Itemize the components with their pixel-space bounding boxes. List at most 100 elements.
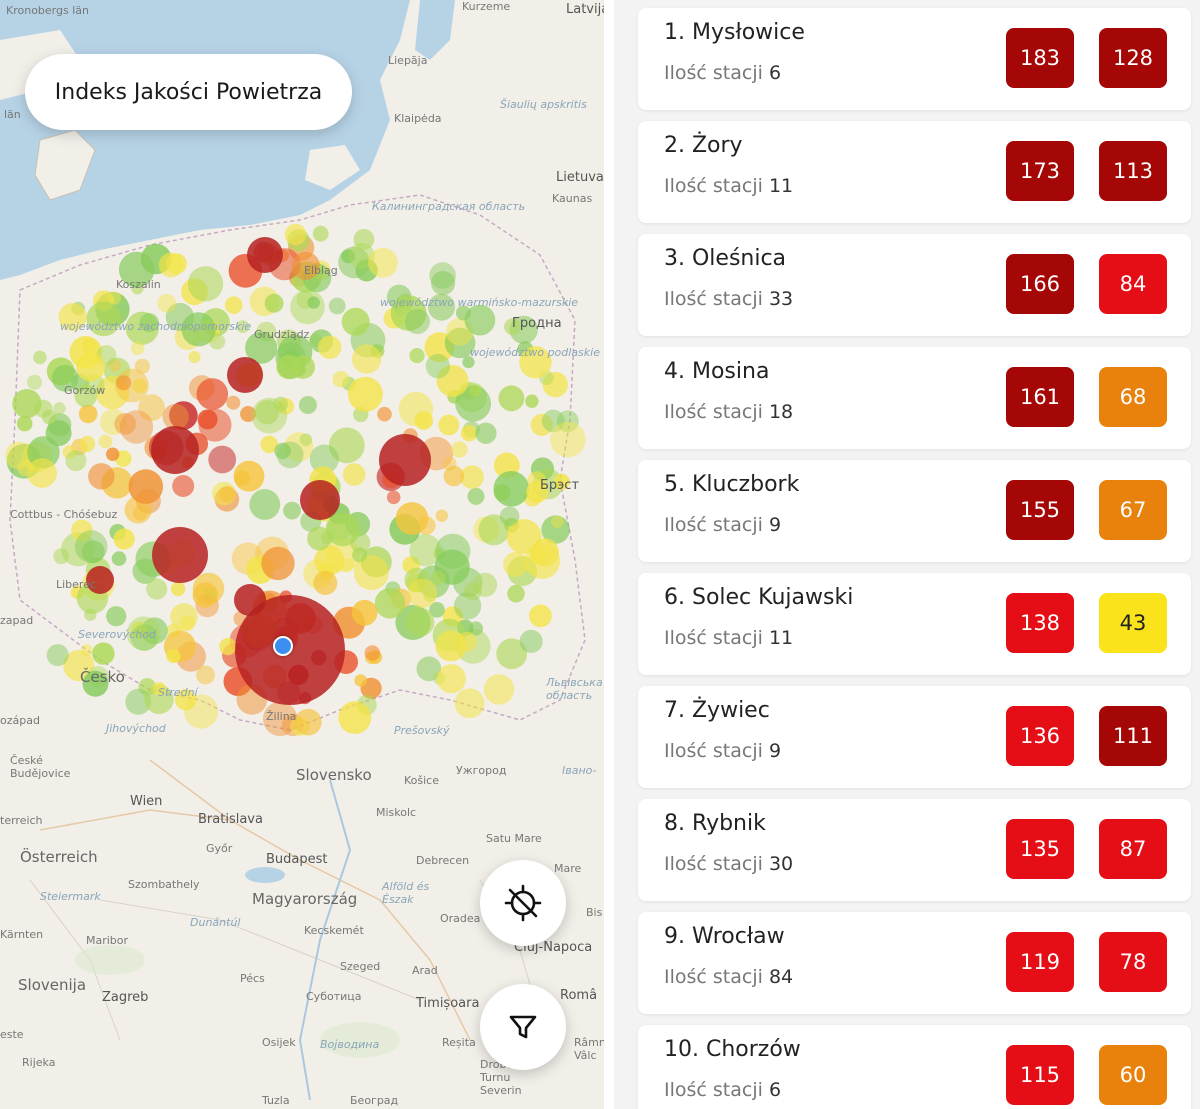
index-badge-primary: 173 bbox=[1006, 141, 1074, 201]
map-label-lvivska: Львівська область bbox=[546, 676, 603, 702]
ranking-list[interactable]: 1. Mysłowice Ilość stacji 6 183 128 2. Żory I… bbox=[614, 0, 1200, 1109]
map-label-rijeka: Rijeka bbox=[22, 1056, 56, 1069]
map-label-cesko: Česko bbox=[80, 668, 125, 686]
station-count-value: 9 bbox=[768, 740, 782, 762]
index-badge-primary: 119 bbox=[1006, 932, 1074, 992]
map-label-wien: Wien bbox=[130, 794, 163, 809]
index-badge-primary: 136 bbox=[1006, 706, 1074, 766]
map-label-klaipeda: Klaipėda bbox=[394, 112, 442, 125]
station-count-value: 30 bbox=[768, 853, 794, 875]
map-label-terreich: terreich bbox=[0, 814, 43, 827]
map-label-gorzow: Gorzów bbox=[64, 384, 106, 397]
map-label-oradea: Oradea bbox=[440, 912, 481, 925]
index-badge-secondary: 84 bbox=[1099, 254, 1167, 314]
index-badge-secondary: 60 bbox=[1099, 1045, 1167, 1105]
gps-off-icon bbox=[504, 884, 542, 922]
map-label-uzhorod: Ужгород bbox=[456, 764, 507, 777]
station-count-label: Ilość stacji bbox=[664, 288, 763, 310]
index-badge-primary: 183 bbox=[1006, 28, 1074, 88]
map-label-alfold: Alföld és Észak bbox=[382, 880, 430, 906]
city-name: 8. Rybnik bbox=[664, 811, 766, 836]
station-count-value: 6 bbox=[768, 1079, 782, 1101]
map-label-jihovychod: Jihovýchod bbox=[106, 722, 166, 735]
station-count: Ilość stacji 6 bbox=[664, 62, 781, 84]
station-count-value: 9 bbox=[768, 514, 782, 536]
panel-divider bbox=[604, 0, 614, 1109]
map-label-zagreb: Zagreb bbox=[102, 990, 149, 1005]
city-name: 6. Solec Kujawski bbox=[664, 585, 854, 610]
index-badge-secondary: 87 bbox=[1099, 819, 1167, 879]
map-label-grudziadz: Grudziądz bbox=[254, 328, 310, 341]
map-label-budapest: Budapest bbox=[266, 852, 328, 867]
index-badge-secondary: 68 bbox=[1099, 367, 1167, 427]
index-badge-secondary: 113 bbox=[1099, 141, 1167, 201]
map-label-kaunas: Kaunas bbox=[552, 192, 593, 205]
ranking-card[interactable]: 10. Chorzów Ilość stacji 6 115 60 bbox=[638, 1025, 1191, 1109]
ranking-card[interactable]: 3. Oleśnica Ilość stacji 33 166 84 bbox=[638, 234, 1191, 336]
station-count: Ilość stacji 9 bbox=[664, 740, 781, 762]
index-badge-secondary: 78 bbox=[1099, 932, 1167, 992]
map-label-szombathely: Szombathely bbox=[128, 878, 200, 891]
map-title-pill[interactable]: Indeks Jakości Powietrza bbox=[25, 54, 352, 130]
map-label-bratislava: Bratislava bbox=[198, 812, 263, 827]
map-label-ramnicu: Râmn Vâlc bbox=[574, 1036, 604, 1062]
city-name: 2. Żory bbox=[664, 133, 743, 158]
map-label-bis: Bis bbox=[586, 906, 603, 919]
map-label-siaulia: Šiaulių apskritis bbox=[500, 98, 587, 111]
map-label-ozapad: ozápad bbox=[0, 714, 40, 727]
ranking-card[interactable]: 8. Rybnik Ilość stacji 30 135 87 bbox=[638, 799, 1191, 901]
index-badge-primary: 135 bbox=[1006, 819, 1074, 879]
map-label-beograd: Београд bbox=[350, 1094, 399, 1107]
station-count-label: Ilość stacji bbox=[664, 966, 763, 988]
location-toggle-button[interactable] bbox=[480, 860, 566, 946]
map-label-liberec: Liberec bbox=[56, 578, 97, 591]
map-label-magyarorszag: Magyarország bbox=[252, 890, 358, 908]
map-label-kaliningrad: Калининградская область bbox=[372, 200, 526, 213]
map-label-este: este bbox=[0, 1028, 24, 1041]
station-count-label: Ilość stacji bbox=[664, 1079, 763, 1101]
map-label-lan: län bbox=[4, 108, 21, 121]
station-count: Ilość stacji 11 bbox=[664, 175, 793, 197]
station-count-value: 84 bbox=[768, 966, 794, 988]
ranking-card[interactable]: 5. Kluczbork Ilość stacji 9 155 67 bbox=[638, 460, 1191, 562]
map-label-dunantul: Dunántúl bbox=[190, 916, 241, 929]
map-label-zapad: zapad bbox=[0, 614, 34, 627]
station-count: Ilość stacji 30 bbox=[664, 853, 793, 875]
station-count-value: 18 bbox=[768, 401, 794, 423]
city-name: 1. Mysłowice bbox=[664, 20, 805, 45]
map-label-presovsky: Prešovský bbox=[394, 724, 450, 737]
map-label-osijek: Osijek bbox=[262, 1036, 296, 1049]
map-label-zilina: Žilina bbox=[266, 710, 297, 723]
station-count-label: Ilość stacji bbox=[664, 514, 763, 536]
map-label-vojvodina: Војводина bbox=[320, 1038, 380, 1051]
ranking-card[interactable]: 6. Solec Kujawski Ilość stacji 11 138 43 bbox=[638, 573, 1191, 675]
ranking-card[interactable]: 9. Wrocław Ilość stacji 84 119 78 bbox=[638, 912, 1191, 1014]
map-label-kurzeme: Kurzeme bbox=[462, 0, 511, 13]
index-badge-secondary: 111 bbox=[1099, 706, 1167, 766]
city-name: 5. Kluczbork bbox=[664, 472, 800, 497]
city-name: 9. Wrocław bbox=[664, 924, 785, 949]
station-count: Ilość stacji 11 bbox=[664, 627, 793, 649]
map-label-resita: Reșita bbox=[442, 1036, 476, 1049]
map-label-arad: Arad bbox=[412, 964, 438, 977]
ranking-card[interactable]: 2. Żory Ilość stacji 11 173 113 bbox=[638, 121, 1191, 223]
air-quality-map[interactable]: Kronobergs län Latvija Kurzeme Liepāja Š… bbox=[0, 0, 604, 1109]
filter-button[interactable] bbox=[480, 984, 566, 1070]
index-badge-primary: 161 bbox=[1006, 367, 1074, 427]
ranking-card[interactable]: 1. Mysłowice Ilość stacji 6 183 128 bbox=[638, 8, 1191, 110]
ranking-card[interactable]: 7. Żywiec Ilość stacji 9 136 111 bbox=[638, 686, 1191, 788]
ranking-card[interactable]: 4. Mosina Ilość stacji 18 161 68 bbox=[638, 347, 1191, 449]
index-badge-primary: 115 bbox=[1006, 1045, 1074, 1105]
map-label-kecskemet: Kecskemét bbox=[304, 924, 364, 937]
map-label-romania: Româ bbox=[560, 988, 598, 1003]
map-label-ivano: Івано- bbox=[562, 764, 597, 777]
station-count: Ilość stacji 18 bbox=[664, 401, 793, 423]
map-label-elblag: Elbląg bbox=[304, 264, 338, 277]
station-count-label: Ilość stacji bbox=[664, 740, 763, 762]
map-label-ceske-budejovice: České Budějovice bbox=[10, 754, 71, 780]
filter-icon bbox=[509, 1015, 537, 1039]
index-badge-primary: 166 bbox=[1006, 254, 1074, 314]
map-label-slovensko: Slovensko bbox=[296, 766, 372, 784]
map-label-grodno: Гродна bbox=[512, 316, 562, 331]
map-label-maribor: Maribor bbox=[86, 934, 129, 947]
